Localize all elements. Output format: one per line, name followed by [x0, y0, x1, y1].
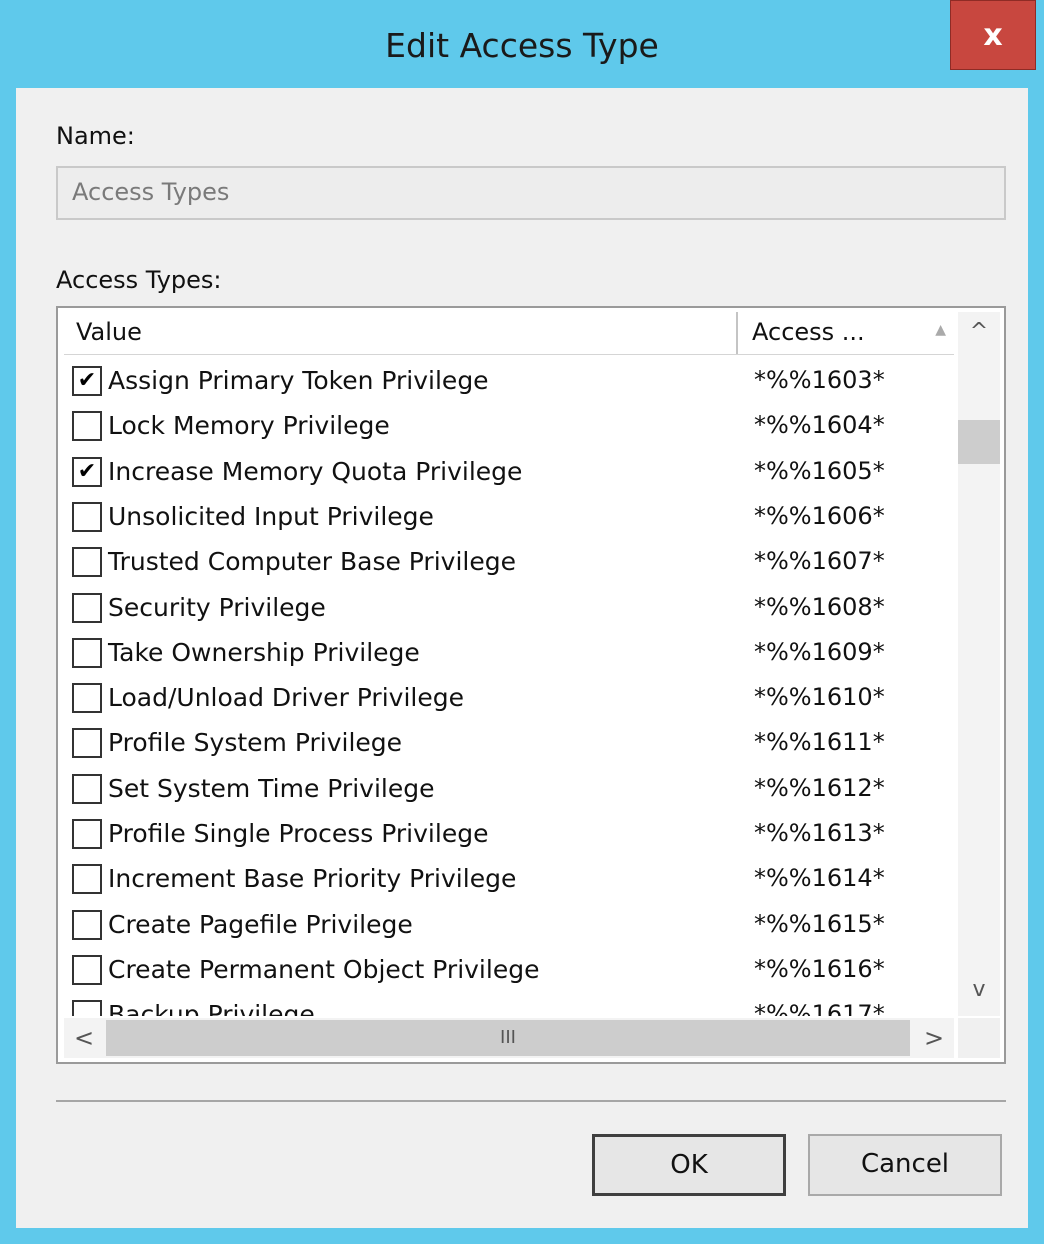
list-item-access: *%%1611*: [754, 728, 885, 757]
title-bar[interactable]: Edit Access Type x: [0, 0, 1044, 88]
checkbox[interactable]: [72, 864, 102, 895]
list-item-label: Set System Time Privilege: [108, 773, 435, 803]
scrollbar-corner: [958, 1018, 1000, 1058]
list-item[interactable]: Lock Memory Privilege *%%1604*: [64, 403, 954, 448]
close-button[interactable]: x: [950, 0, 1036, 70]
column-header-access-label: Access ...: [752, 318, 865, 346]
checkbox[interactable]: [72, 819, 102, 849]
list-item-label: Security Privilege: [108, 592, 326, 622]
checkbox[interactable]: [72, 909, 102, 940]
dialog-body: Name: Access Types Access Types: Value A…: [16, 88, 1028, 1228]
list-item-access: *%%1615*: [754, 909, 885, 938]
dialog-window: Edit Access Type x Name: Access Types Ac…: [0, 0, 1044, 1244]
scroll-right-icon[interactable]: >: [914, 1018, 954, 1058]
checkbox[interactable]: [72, 501, 102, 532]
list-item[interactable]: Create Permanent Object Privilege *%%1616…: [64, 947, 954, 992]
list-item-label: Load/Unload Driver Privilege: [108, 683, 464, 713]
ok-button[interactable]: OK: [592, 1134, 786, 1196]
list-item[interactable]: Create Pagefile Privilege *%%1615*: [64, 902, 954, 947]
list-item-access: *%%1609*: [754, 637, 885, 666]
list-header: Value Access ... ▲: [64, 312, 954, 355]
list-item-access: *%%1608*: [754, 592, 885, 621]
scroll-down-icon[interactable]: v: [958, 970, 1000, 1010]
access-types-label: Access Types:: [56, 266, 222, 294]
checkbox[interactable]: [72, 1000, 102, 1016]
dialog-title: Edit Access Type: [385, 26, 659, 65]
list-item-label: Profile Single Process Privilege: [108, 819, 489, 848]
name-label: Name:: [56, 122, 135, 150]
scroll-left-icon[interactable]: <: [64, 1018, 104, 1058]
list-item-label: Unsolicited Input Privilege: [108, 501, 434, 531]
checkbox[interactable]: [72, 411, 102, 442]
list-item[interactable]: Profile Single Process Privilege *%%1613*: [64, 811, 954, 856]
checkbox[interactable]: [72, 683, 102, 714]
checkbox[interactable]: ✔: [72, 456, 102, 487]
list-item-access: *%%1616*: [754, 954, 885, 983]
list-item[interactable]: Backup Privilege *%%1617*: [64, 992, 954, 1016]
grip-icon: III: [500, 1027, 516, 1048]
horizontal-scrollbar[interactable]: < III >: [64, 1018, 954, 1058]
checkbox[interactable]: [72, 728, 102, 759]
list-item-label: Backup Privilege: [108, 1000, 315, 1016]
list-item-access: *%%1614*: [754, 864, 885, 893]
list-item[interactable]: ✔ Assign Primary Token Privilege *%%1603*: [64, 358, 954, 403]
divider: [56, 1100, 1006, 1102]
list-item-access: *%%1606*: [754, 501, 885, 530]
horizontal-scroll-thumb[interactable]: III: [106, 1020, 910, 1056]
vertical-scrollbar[interactable]: ^ v: [958, 312, 1000, 1016]
list-item[interactable]: ✔ Increase Memory Quota Privilege *%%1605*: [64, 449, 954, 494]
list-item-label: Create Pagefile Privilege: [108, 909, 413, 939]
column-header-value[interactable]: Value: [64, 312, 738, 354]
list-item[interactable]: Trusted Computer Base Privilege *%%1607*: [64, 539, 954, 584]
list-item-access: *%%1610*: [754, 683, 885, 712]
list-item-access: *%%1604*: [754, 411, 885, 440]
checkbox[interactable]: [72, 637, 102, 668]
list-item-access: *%%1613*: [754, 819, 885, 847]
checkbox[interactable]: [72, 773, 102, 804]
list-item-label: Assign Primary Token Privilege: [108, 366, 489, 395]
list-item-access: *%%1617*: [754, 1000, 885, 1016]
list-item-label: Increase Memory Quota Privilege: [108, 456, 523, 486]
list-item-label: Profile System Privilege: [108, 728, 403, 758]
checkbox[interactable]: [72, 592, 102, 623]
list-item[interactable]: Increment Base Priority Privilege *%%1614…: [64, 856, 954, 901]
cancel-button[interactable]: Cancel: [808, 1134, 1002, 1196]
checkbox[interactable]: ✔: [72, 366, 102, 396]
list-item-label: Increment Base Priority Privilege: [108, 864, 517, 894]
list-item[interactable]: Security Privilege *%%1608*: [64, 585, 954, 630]
checkbox[interactable]: [72, 954, 102, 985]
list-item-label: Trusted Computer Base Privilege: [108, 547, 516, 577]
list-item-access: *%%1605*: [754, 456, 885, 485]
list-item[interactable]: Profile System Privilege *%%1611*: [64, 720, 954, 765]
checkbox[interactable]: [72, 547, 102, 578]
list-item[interactable]: Set System Time Privilege *%%1612*: [64, 766, 954, 811]
scroll-up-icon[interactable]: ^: [958, 312, 1000, 352]
list-item-access: *%%1603*: [754, 366, 885, 394]
list-item-label: Create Permanent Object Privilege: [108, 954, 540, 984]
name-field: Access Types: [56, 166, 1006, 220]
list-item[interactable]: Take Ownership Privilege *%%1609*: [64, 630, 954, 675]
list-item-access: *%%1607*: [754, 547, 885, 576]
sort-ascending-icon: ▲: [935, 322, 946, 338]
list-rows: ✔ Assign Primary Token Privilege *%%1603* L…: [64, 358, 954, 1016]
access-types-list[interactable]: Value Access ... ▲ ✔ Assign Primary Token…: [56, 306, 1006, 1064]
column-header-access[interactable]: Access ... ▲: [740, 312, 954, 354]
list-item[interactable]: Load/Unload Driver Privilege *%%1610*: [64, 675, 954, 720]
list-item[interactable]: Unsolicited Input Privilege *%%1606*: [64, 494, 954, 539]
list-item-label: Take Ownership Privilege: [108, 637, 420, 667]
close-icon: x: [983, 17, 1003, 53]
list-item-label: Lock Memory Privilege: [108, 411, 390, 441]
list-item-access: *%%1612*: [754, 773, 885, 802]
vertical-scroll-thumb[interactable]: [958, 420, 1000, 464]
